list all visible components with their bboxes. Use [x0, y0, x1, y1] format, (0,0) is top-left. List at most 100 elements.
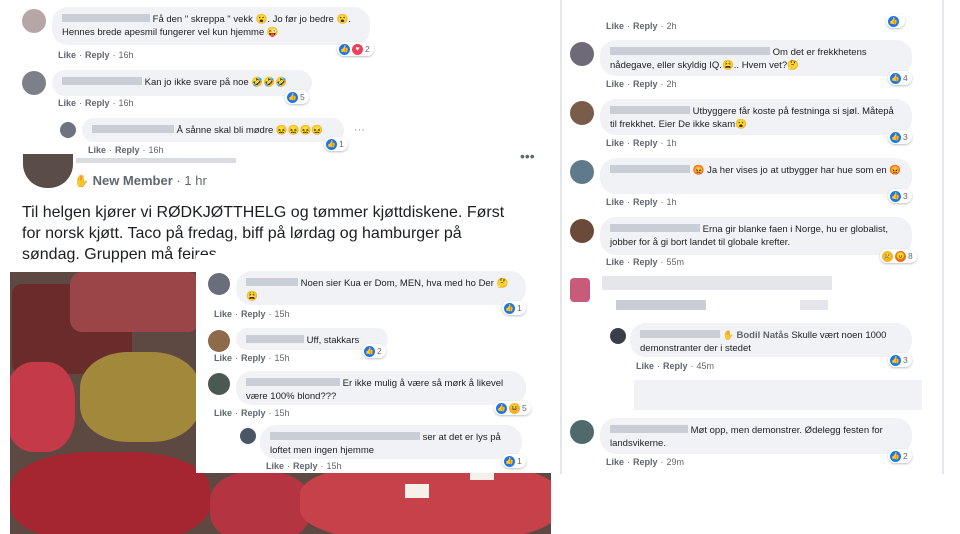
- reply-link[interactable]: Reply: [241, 408, 266, 418]
- like-reaction-icon: 👍: [890, 73, 901, 85]
- post-panel: ✋ New Member · 1 hr ••• Til helgen kjøre…: [10, 148, 553, 534]
- reaction-count[interactable]: 👍 3: [888, 130, 912, 144]
- reply-link[interactable]: Reply: [663, 361, 688, 371]
- like-link[interactable]: Like: [606, 21, 624, 31]
- reaction-count[interactable]: 👍 1: [324, 137, 348, 151]
- like-link[interactable]: Like: [214, 353, 232, 363]
- timestamp: 55m: [666, 257, 685, 267]
- timestamp: 2h: [666, 21, 677, 31]
- redacted-comment: [800, 300, 828, 310]
- avatar[interactable]: [22, 71, 46, 95]
- author-avatar[interactable]: [23, 154, 73, 188]
- reply-link[interactable]: Reply: [633, 457, 658, 467]
- reply-link[interactable]: Reply: [85, 50, 110, 60]
- like-link[interactable]: Like: [266, 461, 284, 471]
- like-link[interactable]: Like: [606, 197, 624, 207]
- comment-bubble: Kan jo ikke svare på noe 🤣🤣🤣: [52, 70, 312, 96]
- meat-tray: [10, 362, 75, 452]
- post-time[interactable]: 1 hr: [184, 173, 206, 188]
- redacted-comment: [602, 276, 832, 290]
- comment-bubble: Er ikke mulig å være så mørk å likevel v…: [236, 371, 526, 405]
- like-reaction-icon: 👍: [364, 346, 375, 358]
- avatar[interactable]: [60, 122, 76, 138]
- like-reaction-icon: 👍: [504, 456, 515, 468]
- reply-link[interactable]: Reply: [633, 138, 658, 148]
- avatar[interactable]: [208, 373, 230, 395]
- comment-actions: Like · Reply · 15h: [214, 309, 290, 319]
- overlay-comments-panel: Noen sier Kua er Dom, MEN, hva med ho De…: [196, 255, 553, 473]
- reaction-count[interactable]: 👍 5: [285, 90, 309, 104]
- reaction-count[interactable]: 👍: [886, 14, 905, 28]
- comment-bubble: Noen sier Kua er Dom, MEN, hva med ho De…: [236, 271, 526, 305]
- post-options-icon[interactable]: •••: [520, 148, 535, 164]
- like-link[interactable]: Like: [606, 457, 624, 467]
- like-link[interactable]: Like: [88, 145, 106, 155]
- angry-reaction-icon: 😠: [895, 251, 906, 263]
- new-member-badge: New Member: [92, 173, 173, 188]
- commenter-name[interactable]: Bodil Natås: [737, 330, 789, 341]
- avatar[interactable]: [208, 330, 230, 352]
- reaction-count[interactable]: 👍 3: [888, 353, 912, 367]
- reply-link[interactable]: Reply: [85, 98, 110, 108]
- reply-link[interactable]: Reply: [633, 257, 658, 267]
- comment-actions: Like · Reply · 2h: [606, 79, 677, 89]
- timestamp: 15h: [274, 408, 290, 418]
- timestamp: 16h: [118, 98, 134, 108]
- reaction-count[interactable]: 👍 3: [888, 189, 912, 203]
- like-link[interactable]: Like: [636, 361, 654, 371]
- comment-bubble: Utbyggere får koste på festninga si sjøl…: [600, 99, 912, 135]
- more-options-icon[interactable]: ···: [354, 124, 365, 136]
- reaction-count[interactable]: 👍 2: [362, 344, 386, 358]
- avatar[interactable]: [240, 428, 256, 444]
- like-link[interactable]: Like: [606, 257, 624, 267]
- sad-reaction-icon: 😢: [882, 251, 893, 263]
- reaction-count[interactable]: 👍 😆 5: [494, 401, 531, 415]
- comment-actions: Like · Reply · 55m: [606, 257, 685, 267]
- like-reaction-icon: 👍: [287, 92, 298, 104]
- avatar[interactable]: [22, 9, 46, 33]
- avatar[interactable]: [570, 160, 594, 184]
- reaction-count[interactable]: 👍 1: [502, 454, 526, 468]
- avatar[interactable]: [570, 101, 594, 125]
- reply-link[interactable]: Reply: [633, 21, 658, 31]
- avatar[interactable]: [570, 42, 594, 66]
- comment-text: Kan jo ikke svare på noe 🤣🤣🤣: [144, 77, 287, 88]
- reply-link[interactable]: Reply: [115, 145, 140, 155]
- avatar[interactable]: [570, 219, 594, 243]
- reaction-count[interactable]: 👍 4: [888, 71, 912, 85]
- timestamp: 16h: [148, 145, 164, 155]
- comment-actions: Like · Reply · 1h: [606, 197, 677, 207]
- like-reaction-icon: 👍: [326, 139, 337, 151]
- reply-link[interactable]: Reply: [293, 461, 318, 471]
- comment-text: Uff, stakkars: [306, 335, 360, 346]
- reaction-count[interactable]: 👍 ♥ 2: [337, 42, 374, 56]
- reply-link[interactable]: Reply: [241, 353, 266, 363]
- reaction-count[interactable]: 👍 2: [888, 449, 912, 463]
- reaction-count[interactable]: 😢 😠 8: [880, 249, 917, 263]
- redacted-name: [610, 224, 700, 232]
- like-link[interactable]: Like: [58, 98, 76, 108]
- redacted-name: [610, 47, 770, 55]
- post-meta: ✋ New Member · 1 hr: [74, 173, 207, 188]
- haha-reaction-icon: 😆: [509, 403, 520, 415]
- like-reaction-icon: 👍: [890, 355, 901, 367]
- like-link[interactable]: Like: [214, 408, 232, 418]
- reply-link[interactable]: Reply: [633, 79, 658, 89]
- like-link[interactable]: Like: [58, 50, 76, 60]
- comment-actions: Like · Reply · 1h: [606, 138, 677, 148]
- like-link[interactable]: Like: [214, 309, 232, 319]
- comment-bubble: Møt opp, men demonstrer. Ødelegg festen …: [600, 418, 912, 454]
- price-label: [405, 484, 429, 498]
- comment-actions: Like · Reply · 45m: [636, 361, 715, 371]
- reply-link[interactable]: Reply: [241, 309, 266, 319]
- timestamp: 15h: [274, 309, 290, 319]
- like-link[interactable]: Like: [606, 138, 624, 148]
- avatar[interactable]: [570, 278, 590, 302]
- like-link[interactable]: Like: [606, 79, 624, 89]
- reply-link[interactable]: Reply: [633, 197, 658, 207]
- reaction-count[interactable]: 👍 1: [502, 301, 526, 315]
- avatar[interactable]: [610, 328, 626, 344]
- avatar[interactable]: [570, 420, 594, 444]
- avatar[interactable]: [208, 273, 230, 295]
- redacted-comment: [616, 300, 706, 310]
